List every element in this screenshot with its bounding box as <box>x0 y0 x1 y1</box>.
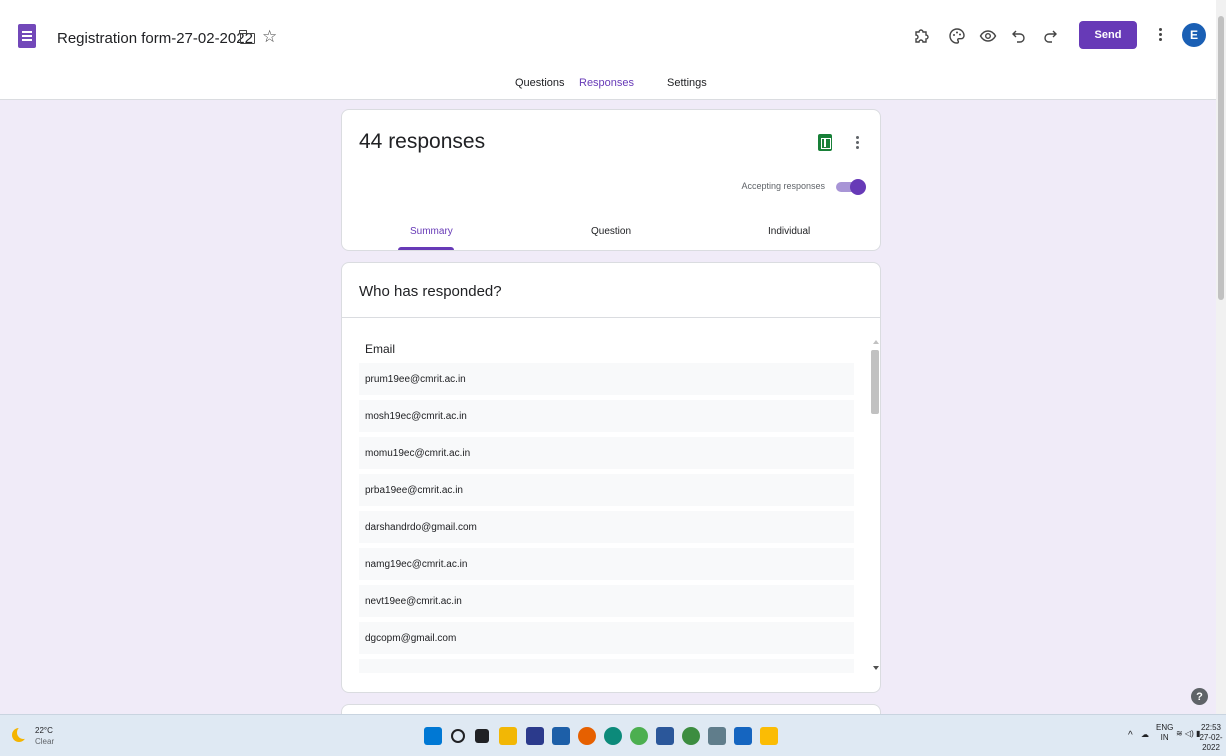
scroll-up-arrow-icon[interactable] <box>873 340 879 344</box>
palette-icon[interactable] <box>946 25 968 47</box>
send-button[interactable]: Send <box>1079 21 1137 49</box>
subtab-summary[interactable]: Summary <box>410 226 453 237</box>
photos-icon[interactable] <box>734 727 752 745</box>
scroll-down-arrow-icon[interactable] <box>873 666 879 670</box>
accepting-responses-label: Accepting responses <box>741 181 825 191</box>
email-list-scrollbar-thumb[interactable] <box>871 350 879 414</box>
page-scrollbar[interactable] <box>1216 0 1226 714</box>
clock-time: 22:53 <box>1200 723 1222 732</box>
form-tabs: Questions Responses 44 Settings <box>0 70 1216 169</box>
tray-chevron-icon[interactable]: ^ <box>1128 731 1133 741</box>
email-list[interactable]: prum19ee@cmrit.ac.in mosh19ec@cmrit.ac.i… <box>359 363 854 673</box>
email-row[interactable]: momu19ec@cmrit.ac.in <box>359 437 854 469</box>
email-row[interactable]: nevt19ee@cmrit.ac.in <box>359 585 854 617</box>
email-row[interactable]: prba19ee@cmrit.ac.in <box>359 474 854 506</box>
file-explorer-icon[interactable] <box>499 727 517 745</box>
tab-responses[interactable]: Responses <box>579 77 634 89</box>
weather-condition[interactable]: Clear <box>35 737 54 746</box>
more-vert-icon[interactable] <box>1154 26 1166 46</box>
email-row[interactable]: dgcopm@gmail.com <box>359 622 854 654</box>
word-icon[interactable] <box>656 727 674 745</box>
top-bar: Registration form-27-02-2022 ☆ Send E <box>0 0 1216 70</box>
folder-icon[interactable] <box>239 30 255 44</box>
email-row[interactable]: namg19ec@cmrit.ac.in <box>359 548 854 580</box>
star-icon[interactable]: ☆ <box>262 28 277 45</box>
tab-questions[interactable]: Questions <box>515 77 565 89</box>
email-column-header: Email <box>365 342 396 356</box>
who-responded-title: Who has responded? <box>359 283 502 300</box>
chrome-icon[interactable] <box>630 727 648 745</box>
subtab-individual[interactable]: Individual <box>768 226 810 237</box>
clock-date: 27-02-2022 <box>1199 733 1223 752</box>
email-list-scrollbar[interactable] <box>870 338 880 672</box>
weather-temp[interactable]: 22°C <box>35 726 53 735</box>
notepad-icon[interactable] <box>708 727 726 745</box>
os-taskbar: 22°C Clear ^ ☁ ENG IN ≋ ◁) ▮ 22:53 27-02… <box>0 714 1226 756</box>
email-row[interactable]: prum19ee@cmrit.ac.in <box>359 363 854 395</box>
language-indicator[interactable]: ENG IN <box>1156 723 1173 743</box>
accepting-responses-toggle[interactable] <box>836 179 866 195</box>
snipping-tool-icon[interactable] <box>760 727 778 745</box>
form-title[interactable]: Registration form-27-02-2022 <box>57 30 253 47</box>
weather-moon-icon[interactable] <box>12 726 30 742</box>
language-top: ENG <box>1156 723 1174 732</box>
undo-icon[interactable] <box>1008 25 1030 47</box>
firefox-icon[interactable] <box>578 727 596 745</box>
sheets-icon[interactable] <box>818 134 832 151</box>
subtab-question[interactable]: Question <box>591 226 631 237</box>
page-scrollbar-thumb[interactable] <box>1218 16 1224 300</box>
mail-icon[interactable] <box>552 727 570 745</box>
tab-settings[interactable]: Settings <box>667 77 707 89</box>
card-more-icon[interactable] <box>852 134 862 152</box>
language-bottom: IN <box>1160 733 1169 742</box>
account-avatar[interactable]: E <box>1182 23 1206 47</box>
email-row[interactable]: darshandrdo@gmail.com <box>359 511 854 543</box>
store-icon[interactable] <box>526 727 544 745</box>
forms-logo-icon[interactable] <box>18 24 36 48</box>
search-icon[interactable] <box>451 729 465 743</box>
task-view-icon[interactable] <box>475 729 489 743</box>
responses-count-title: 44 responses <box>359 130 486 153</box>
subtab-active-indicator <box>398 247 454 250</box>
clock[interactable]: 22:53 27-02-2022 <box>1196 723 1226 753</box>
help-icon[interactable]: ? <box>1191 688 1208 705</box>
divider <box>342 317 880 318</box>
onedrive-icon[interactable]: ☁ <box>1141 730 1149 740</box>
edge-icon[interactable] <box>604 727 622 745</box>
redo-icon[interactable] <box>1039 25 1061 47</box>
email-row[interactable]: mosh19ec@cmrit.ac.in <box>359 400 854 432</box>
preview-eye-icon[interactable] <box>977 25 999 47</box>
email-row-partial[interactable] <box>359 659 854 673</box>
who-responded-card: Who has responded? Email prum19ee@cmrit.… <box>341 262 881 693</box>
chrome-profile-icon[interactable] <box>682 727 700 745</box>
responses-summary-card: 44 responses Accepting responses Summary… <box>341 109 881 251</box>
toggle-knob <box>850 179 866 195</box>
app-header: Registration form-27-02-2022 ☆ Send E Qu… <box>0 0 1216 169</box>
start-icon[interactable] <box>424 727 442 745</box>
addon-icon[interactable] <box>910 25 932 47</box>
